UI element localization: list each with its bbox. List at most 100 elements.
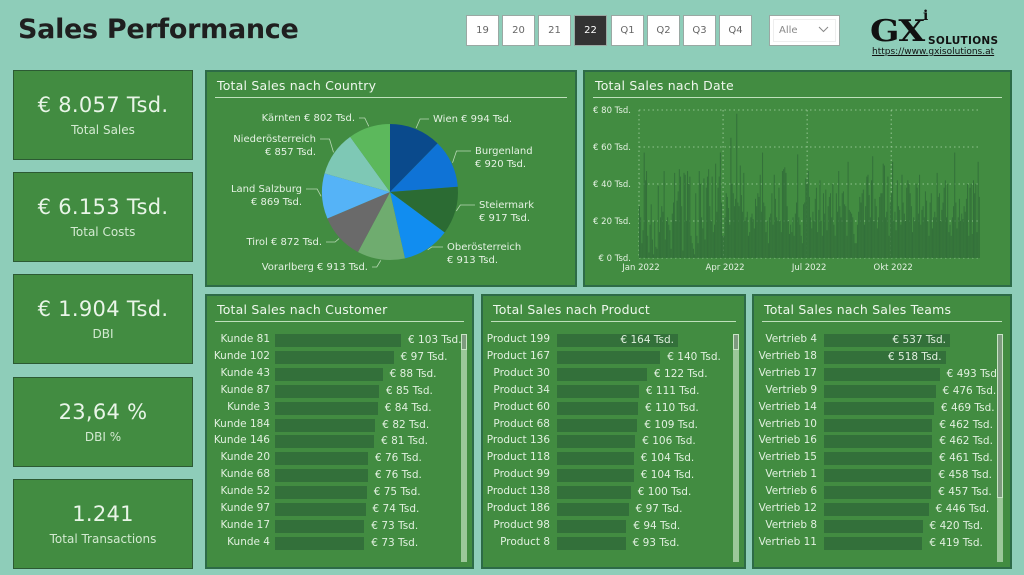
date-bar[interactable]: [922, 206, 924, 258]
date-bar[interactable]: [740, 195, 742, 258]
date-bar[interactable]: [797, 154, 799, 258]
bar[interactable]: [824, 486, 932, 500]
date-bar[interactable]: [639, 206, 640, 258]
date-bar[interactable]: [837, 211, 839, 258]
date-bar[interactable]: [648, 252, 650, 258]
date-bar[interactable]: [962, 219, 964, 258]
bar-row[interactable]: Vertrieb 4 € 537 Tsd.: [754, 332, 1010, 349]
date-bar[interactable]: [691, 243, 693, 258]
date-bar[interactable]: [669, 230, 671, 258]
date-bar[interactable]: [954, 152, 956, 258]
date-bar[interactable]: [963, 206, 965, 258]
date-bar[interactable]: [919, 174, 921, 258]
date-bar[interactable]: [746, 211, 748, 258]
date-bar[interactable]: [664, 239, 666, 259]
date-bar[interactable]: [880, 193, 882, 258]
company-website-link[interactable]: https://www.gxisolutions.at: [872, 47, 994, 57]
date-bar[interactable]: [971, 233, 973, 258]
month-dropdown[interactable]: Alle: [769, 15, 840, 46]
date-bar[interactable]: [694, 254, 696, 258]
date-bar[interactable]: [960, 221, 962, 258]
date-bar[interactable]: [824, 213, 826, 258]
bar-row[interactable]: Product 199 € 164 Tsd.: [483, 332, 744, 349]
date-bar[interactable]: [683, 172, 685, 258]
bar[interactable]: [824, 536, 923, 550]
date-bar[interactable]: [969, 187, 971, 258]
date-bar[interactable]: [661, 206, 663, 258]
date-bar[interactable]: [865, 206, 867, 258]
date-bar[interactable]: [787, 221, 789, 258]
date-bar[interactable]: [914, 221, 916, 258]
date-bar[interactable]: [671, 213, 673, 258]
bar-row[interactable]: Product 136 € 106 Tsd.: [483, 433, 744, 450]
date-bar[interactable]: [704, 239, 706, 259]
date-bar[interactable]: [793, 235, 795, 258]
date-bar[interactable]: [813, 221, 815, 258]
date-bar[interactable]: [923, 217, 925, 258]
date-bar[interactable]: [699, 184, 701, 258]
date-bar[interactable]: [892, 161, 894, 258]
date-bar[interactable]: [902, 202, 904, 259]
date-bar[interactable]: [872, 156, 874, 258]
date-bar[interactable]: [732, 193, 734, 258]
date-bar[interactable]: [697, 243, 699, 258]
date-bar[interactable]: [654, 221, 656, 258]
date-bar[interactable]: [667, 217, 669, 258]
date-bar[interactable]: [976, 232, 978, 258]
date-bar[interactable]: [883, 165, 885, 259]
date-bar[interactable]: [842, 191, 844, 258]
date-bar[interactable]: [820, 221, 822, 258]
date-bar[interactable]: [779, 221, 781, 258]
date-bar[interactable]: [773, 174, 775, 258]
date-bar[interactable]: [692, 248, 694, 258]
bar[interactable]: [557, 486, 631, 500]
date-bar[interactable]: [660, 217, 662, 258]
date-bar[interactable]: [949, 224, 951, 258]
bar-row[interactable]: Product 68 € 109 Tsd.: [483, 417, 744, 434]
date-bar[interactable]: [894, 211, 896, 258]
date-bar[interactable]: [978, 196, 980, 258]
date-bar[interactable]: [701, 217, 703, 258]
date-bar[interactable]: [783, 169, 785, 258]
date-bar[interactable]: [845, 206, 847, 258]
date-bar[interactable]: [796, 202, 798, 259]
bar[interactable]: [824, 367, 940, 381]
bar-row[interactable]: Vertrieb 11 € 419 Tsd.: [754, 535, 1010, 552]
date-bar[interactable]: [769, 217, 771, 258]
date-bar[interactable]: [915, 184, 917, 258]
date-bar[interactable]: [944, 180, 946, 258]
bar-row[interactable]: Kunde 68 € 76 Tsd.: [207, 467, 472, 484]
date-bar[interactable]: [738, 206, 740, 258]
date-bar[interactable]: [677, 191, 679, 258]
date-bar[interactable]: [895, 230, 897, 258]
bar-row[interactable]: Kunde 52 € 75 Tsd.: [207, 484, 472, 501]
date-bar[interactable]: [825, 189, 827, 258]
date-bar[interactable]: [672, 202, 674, 259]
date-bar[interactable]: [828, 196, 830, 258]
quarter-button-q3[interactable]: Q3: [683, 15, 716, 46]
date-bar[interactable]: [744, 221, 746, 258]
scrollbar[interactable]: [997, 334, 1003, 562]
date-bar[interactable]: [642, 230, 644, 258]
bar[interactable]: [275, 384, 379, 398]
date-bar[interactable]: [893, 221, 895, 258]
date-bar[interactable]: [885, 217, 887, 258]
date-bar[interactable]: [719, 152, 721, 258]
date-bar[interactable]: [900, 224, 902, 258]
bar[interactable]: [824, 452, 933, 466]
date-bar[interactable]: [957, 217, 959, 258]
date-bar[interactable]: [735, 198, 737, 258]
date-bar[interactable]: [950, 235, 952, 258]
bar[interactable]: [557, 536, 626, 550]
date-bar[interactable]: [838, 171, 840, 258]
date-bar[interactable]: [937, 196, 939, 258]
date-bar[interactable]: [920, 224, 922, 258]
date-bar[interactable]: [956, 228, 958, 258]
date-bar[interactable]: [690, 235, 692, 258]
date-bar[interactable]: [913, 217, 915, 258]
date-bar[interactable]: [674, 172, 676, 258]
date-bar[interactable]: [866, 176, 868, 258]
date-bar[interactable]: [804, 202, 806, 259]
date-bar[interactable]: [774, 198, 776, 258]
date-bar[interactable]: [640, 217, 642, 258]
